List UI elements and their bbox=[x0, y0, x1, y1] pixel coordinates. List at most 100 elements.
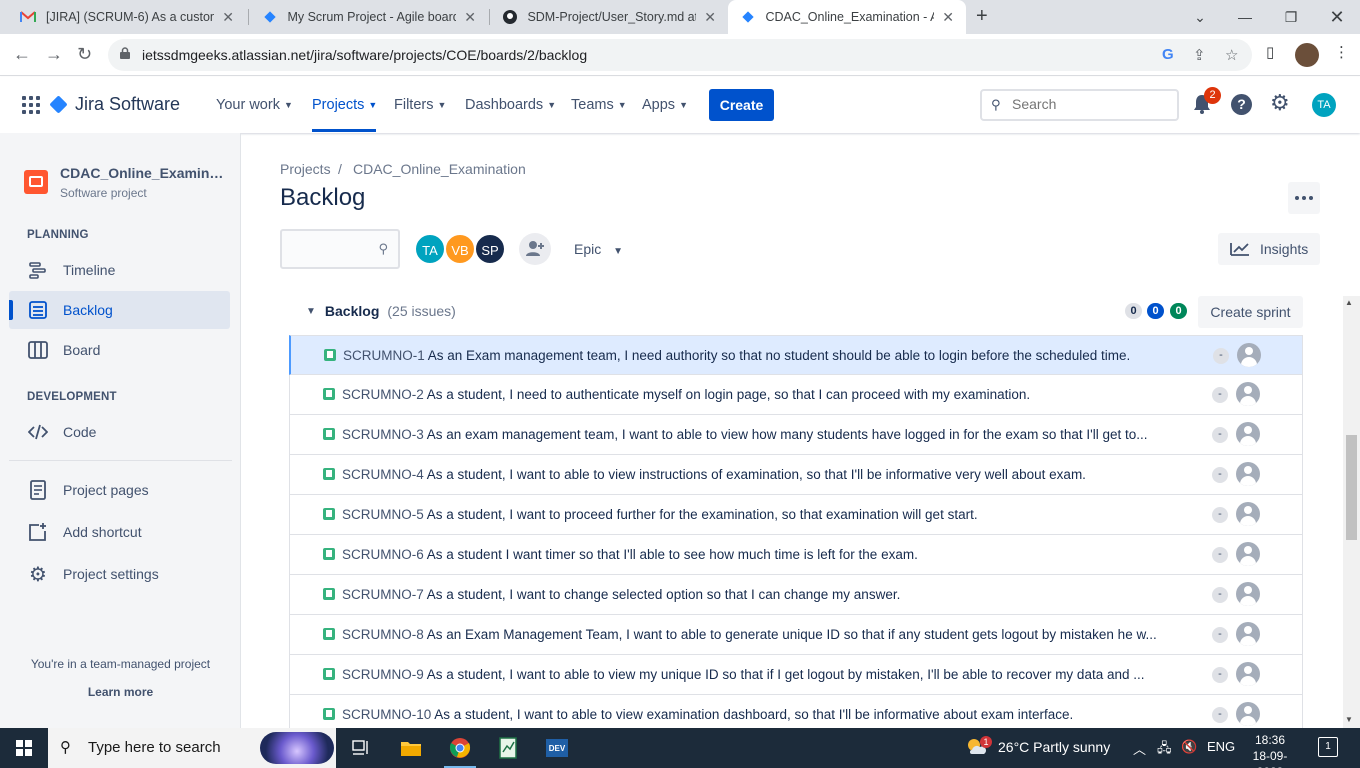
unassigned-avatar-icon[interactable] bbox=[1236, 502, 1260, 526]
system-clock[interactable]: 18:36 18-09-2023 bbox=[1240, 732, 1300, 768]
nav-projects[interactable]: Projects ▼ bbox=[312, 97, 377, 113]
show-hidden-icons-icon[interactable]: ︿ bbox=[1133, 739, 1146, 758]
scroll-up-icon[interactable]: ▲ bbox=[1345, 298, 1353, 307]
back-arrow-icon[interactable]: ← bbox=[13, 44, 31, 65]
address-bar[interactable]: ietssdmgeeks.atlassian.net/jira/software… bbox=[108, 39, 1252, 71]
issue-key[interactable]: SCRUMNO-2 bbox=[342, 387, 424, 402]
windows-start-icon[interactable] bbox=[16, 740, 32, 756]
backlog-issue-row[interactable]: SCRUMNO-5 As a student, I want to procee… bbox=[289, 495, 1303, 535]
add-people-icon[interactable] bbox=[519, 233, 551, 265]
backlog-header[interactable]: ▼ Backlog (25 issues) bbox=[306, 303, 456, 319]
backlog-search-field[interactable]: ⚲ bbox=[280, 229, 400, 269]
nav-teams[interactable]: Teams ▼ bbox=[571, 97, 627, 113]
sidebar-item-timeline[interactable]: Timeline bbox=[9, 251, 230, 289]
nav-filters[interactable]: Filters ▼ bbox=[394, 97, 446, 113]
estimate-field[interactable]: - bbox=[1212, 587, 1228, 603]
unassigned-avatar-icon[interactable] bbox=[1236, 702, 1260, 726]
avatar-filter-sp[interactable]: SP bbox=[474, 233, 506, 265]
backlog-issue-row[interactable]: SCRUMNO-3 As an exam management team, I … bbox=[289, 415, 1303, 455]
sidebar-item-board[interactable]: Board bbox=[9, 331, 230, 369]
issue-key[interactable]: SCRUMNO-10 bbox=[342, 707, 431, 722]
backlog-issue-row[interactable]: SCRUMNO-7 As a student, I want to change… bbox=[289, 575, 1303, 615]
estimate-field[interactable]: - bbox=[1212, 507, 1228, 523]
browser-menu-icon[interactable]: ⋮ bbox=[1334, 43, 1349, 61]
side-panel-icon[interactable]: ▯ bbox=[1266, 43, 1274, 61]
backlog-issue-row[interactable]: SCRUMNO-6 As a student I want timer so t… bbox=[289, 535, 1303, 575]
file-explorer-icon[interactable] bbox=[387, 728, 435, 768]
jira-logo[interactable]: Jira Software bbox=[49, 94, 180, 115]
close-tab-icon[interactable]: ✕ bbox=[704, 9, 716, 26]
volume-muted-icon[interactable]: 🔇 bbox=[1181, 739, 1197, 755]
close-tab-icon[interactable]: ✕ bbox=[464, 9, 476, 26]
insights-button[interactable]: Insights bbox=[1218, 233, 1320, 265]
backlog-issue-row[interactable]: SCRUMNO-2 As a student, I need to authen… bbox=[289, 375, 1303, 415]
browser-tab-scrum-board[interactable]: My Scrum Project - Agile board - ✕ bbox=[250, 0, 488, 34]
learn-more-link[interactable]: Learn more bbox=[0, 685, 241, 699]
issue-key[interactable]: SCRUMNO-3 bbox=[342, 427, 424, 442]
unassigned-avatar-icon[interactable] bbox=[1237, 343, 1261, 367]
breadcrumb-project[interactable]: CDAC_Online_Examination bbox=[353, 161, 526, 177]
issue-key[interactable]: SCRUMNO-4 bbox=[342, 467, 424, 482]
avatar-filter-vb[interactable]: VB bbox=[444, 233, 476, 265]
page-scrollbar-thumb[interactable] bbox=[1346, 435, 1357, 540]
issue-key[interactable]: SCRUMNO-9 bbox=[342, 667, 424, 682]
backlog-issue-row[interactable]: SCRUMNO-4 As a student, I want to able t… bbox=[289, 455, 1303, 495]
backlog-issue-row[interactable]: SCRUMNO-8 As an Exam Management Team, I … bbox=[289, 615, 1303, 655]
close-tab-icon[interactable]: ✕ bbox=[222, 9, 234, 26]
user-avatar[interactable]: TA bbox=[1312, 93, 1336, 117]
help-icon[interactable]: ? bbox=[1231, 94, 1252, 115]
unassigned-avatar-icon[interactable] bbox=[1236, 662, 1260, 686]
new-tab-icon[interactable]: + bbox=[976, 5, 988, 28]
more-actions-icon[interactable] bbox=[1288, 182, 1320, 214]
issue-key[interactable]: SCRUMNO-5 bbox=[342, 507, 424, 522]
breadcrumb-projects[interactable]: Projects bbox=[280, 161, 331, 177]
settings-gear-icon[interactable]: ⚙ bbox=[1270, 90, 1290, 116]
issue-key[interactable]: SCRUMNO-6 bbox=[342, 547, 424, 562]
estimate-field[interactable]: - bbox=[1212, 707, 1228, 723]
unassigned-avatar-icon[interactable] bbox=[1236, 462, 1260, 486]
avatar-filter-ta[interactable]: TA bbox=[414, 233, 446, 265]
network-icon[interactable]: 🖧 bbox=[1157, 739, 1172, 761]
taskbar-search-box[interactable]: ⚲ Type here to search bbox=[48, 728, 336, 768]
estimate-field[interactable]: - bbox=[1212, 667, 1228, 683]
estimate-field[interactable]: - bbox=[1212, 427, 1228, 443]
nav-apps[interactable]: Apps ▼ bbox=[642, 97, 688, 113]
restore-icon[interactable]: ❐ bbox=[1268, 0, 1314, 34]
unassigned-avatar-icon[interactable] bbox=[1236, 422, 1260, 446]
sidebar-item-project-pages[interactable]: Project pages bbox=[9, 471, 230, 509]
backlog-issue-row[interactable]: SCRUMNO-1 As an Exam management team, I … bbox=[289, 335, 1303, 375]
epic-filter-dropdown[interactable]: Epic ▼ bbox=[574, 241, 623, 257]
estimate-field[interactable]: - bbox=[1212, 547, 1228, 563]
sidebar-item-backlog[interactable]: Backlog bbox=[9, 291, 230, 329]
sidebar-item-code[interactable]: Code bbox=[9, 413, 230, 451]
google-icon[interactable]: G bbox=[1162, 46, 1174, 63]
share-icon[interactable]: ⇪ bbox=[1193, 46, 1206, 64]
spreadsheet-app-icon[interactable] bbox=[484, 728, 532, 768]
issue-key[interactable]: SCRUMNO-7 bbox=[342, 587, 424, 602]
minimize-icon[interactable]: — bbox=[1222, 0, 1268, 34]
backlog-issue-row[interactable]: SCRUMNO-9 As a student, I want to able t… bbox=[289, 655, 1303, 695]
tab-search-chevron-icon[interactable]: ⌄ bbox=[1177, 0, 1223, 34]
estimate-field[interactable]: - bbox=[1212, 627, 1228, 643]
task-view-icon[interactable] bbox=[337, 728, 385, 768]
sidebar-item-project-settings[interactable]: ⚙ Project settings bbox=[9, 555, 230, 593]
sidebar-item-add-shortcut[interactable]: Add shortcut bbox=[9, 513, 230, 551]
create-sprint-button[interactable]: Create sprint bbox=[1198, 296, 1303, 328]
jira-search-input[interactable] bbox=[1012, 96, 1162, 112]
create-button[interactable]: Create bbox=[709, 89, 774, 121]
nav-dashboards[interactable]: Dashboards ▼ bbox=[465, 97, 556, 113]
issue-key[interactable]: SCRUMNO-8 bbox=[342, 627, 424, 642]
jira-search-box[interactable]: ⚲ bbox=[980, 89, 1179, 121]
bookmark-star-icon[interactable]: ☆ bbox=[1225, 46, 1238, 64]
forward-arrow-icon[interactable]: → bbox=[45, 44, 63, 65]
close-window-icon[interactable]: ✕ bbox=[1314, 0, 1360, 34]
unassigned-avatar-icon[interactable] bbox=[1236, 582, 1260, 606]
weather-text[interactable]: 26°C Partly sunny bbox=[998, 739, 1110, 755]
input-language[interactable]: ENG bbox=[1207, 739, 1235, 754]
nav-your-work[interactable]: Your work ▼ bbox=[216, 97, 293, 113]
dev-cpp-icon[interactable]: DEV bbox=[533, 728, 581, 768]
browser-tab-gmail[interactable]: [JIRA] (SCRUM-6) As a customer, ✕ bbox=[8, 0, 246, 34]
estimate-field[interactable]: - bbox=[1213, 348, 1229, 364]
browser-tab-active-backlog[interactable]: CDAC_Online_Examination - Agile ✕ bbox=[728, 0, 966, 34]
close-tab-icon[interactable]: ✕ bbox=[942, 9, 954, 26]
